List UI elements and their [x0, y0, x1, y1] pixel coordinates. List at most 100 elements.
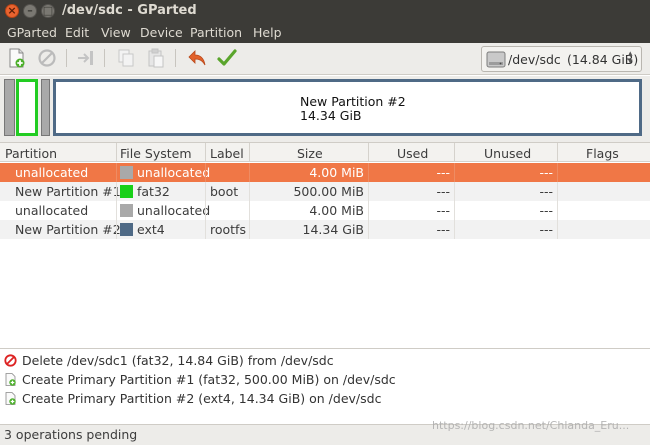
partition-name: unallocated [15, 165, 89, 180]
partition-label: rootfs [210, 222, 246, 237]
close-window-button[interactable]: × [5, 4, 19, 18]
minimize-window-button[interactable]: – [23, 4, 37, 18]
new-partition-icon [5, 392, 16, 405]
operation-text: Delete /dev/sdc1 (fat32, 14.84 GiB) from… [22, 353, 334, 368]
column-divider [368, 143, 369, 162]
unused-space: --- [539, 184, 553, 199]
paste-button[interactable] [146, 48, 166, 68]
cell-divider [116, 220, 117, 239]
resize-move-icon [78, 51, 93, 65]
operation-item[interactable]: Create Primary Partition #1 (fat32, 500.… [0, 370, 650, 389]
table-row[interactable]: New Partition #2 ext4 rootfs 14.34 GiB -… [0, 220, 650, 239]
title-bar: × – □ /dev/sdc - GParted [0, 0, 650, 23]
delete-icon [38, 49, 56, 67]
device-selector[interactable]: /dev/sdc (14.84 GiB) ▴ ▾ [481, 46, 642, 72]
column-file-system[interactable]: File System [120, 146, 192, 161]
used-space: --- [436, 222, 450, 237]
fs-color-swatch [120, 166, 133, 179]
copy-button[interactable] [116, 48, 136, 68]
column-used[interactable]: Used [397, 146, 428, 161]
maximize-window-button[interactable]: □ [41, 4, 55, 18]
table-row[interactable]: unallocated unallocated 4.00 MiB --- --- [0, 163, 650, 182]
fs-color-swatch [120, 204, 133, 217]
menu-edit[interactable]: Edit [65, 25, 89, 40]
menu-partition[interactable]: Partition [190, 25, 242, 40]
file-system: fat32 [137, 184, 170, 199]
apply-icon [217, 49, 237, 66]
column-label[interactable]: Label [210, 146, 244, 161]
table-row[interactable]: unallocated unallocated 4.00 MiB --- --- [0, 201, 650, 220]
fs-color-swatch [120, 185, 133, 198]
spin-arrows-icon: ▴ ▾ [628, 49, 633, 67]
cell-divider [557, 220, 558, 239]
cell-divider [205, 201, 206, 220]
toolbar-separator [66, 49, 67, 67]
column-divider [205, 143, 206, 162]
column-divider [116, 143, 117, 162]
used-space: --- [436, 203, 450, 218]
toolbar: /dev/sdc (14.84 GiB) ▴ ▾ [0, 43, 650, 75]
cell-divider [454, 220, 455, 239]
menu-device[interactable]: Device [140, 25, 183, 40]
unallocated-segment[interactable] [41, 79, 50, 136]
hard-disk-icon [486, 51, 506, 68]
file-system: unallocated [137, 165, 211, 180]
fat32-partition-segment[interactable] [16, 79, 38, 136]
delete-icon [4, 354, 17, 367]
cell-divider [557, 163, 558, 182]
paste-icon [148, 48, 164, 68]
status-text: 3 operations pending [4, 427, 138, 442]
cell-divider [368, 220, 369, 239]
toolbar-separator [104, 49, 105, 67]
cell-divider [116, 163, 117, 182]
partition-size: 500.00 MiB [293, 184, 364, 199]
menu-gparted[interactable]: GParted [7, 25, 57, 40]
maximize-icon: □ [42, 4, 54, 17]
cell-divider [454, 163, 455, 182]
menu-help[interactable]: Help [253, 25, 282, 40]
table-row[interactable]: New Partition #1 fat32 boot 500.00 MiB -… [0, 182, 650, 201]
cell-divider [368, 201, 369, 220]
segment-partition-size: 14.34 GiB [300, 108, 362, 123]
cell-divider [116, 182, 117, 201]
menu-bar: GParted Edit View Device Partition Help [0, 23, 650, 43]
cell-divider [205, 220, 206, 239]
cell-divider [116, 201, 117, 220]
column-flags[interactable]: Flags [586, 146, 619, 161]
column-partition[interactable]: Partition [5, 146, 57, 161]
cell-divider [205, 182, 206, 201]
undo-button[interactable] [187, 48, 207, 68]
menu-view[interactable]: View [101, 25, 131, 40]
used-space: --- [436, 184, 450, 199]
close-icon: × [7, 4, 17, 17]
partition-name: New Partition #2 [15, 222, 121, 237]
cell-divider [205, 163, 206, 182]
operation-item[interactable]: Delete /dev/sdc1 (fat32, 14.84 GiB) from… [0, 351, 650, 370]
partition-size: 4.00 MiB [309, 203, 364, 218]
minimize-icon: – [27, 4, 33, 17]
partition-size: 14.34 GiB [302, 222, 365, 237]
operation-item[interactable]: Create Primary Partition #2 (ext4, 14.34… [0, 389, 650, 408]
cell-divider [249, 163, 250, 182]
resize-move-button[interactable] [76, 48, 96, 68]
file-system: ext4 [137, 222, 165, 237]
unallocated-segment[interactable] [4, 79, 15, 136]
column-unused[interactable]: Unused [484, 146, 531, 161]
delete-partition-button[interactable] [37, 48, 57, 68]
file-system: unallocated [137, 203, 211, 218]
unused-space: --- [539, 203, 553, 218]
copy-icon [118, 49, 134, 67]
toolbar-separator [175, 49, 176, 67]
cell-divider [557, 201, 558, 220]
new-partition-icon [5, 373, 16, 386]
apply-button[interactable] [217, 48, 237, 68]
column-divider [249, 143, 250, 162]
cell-divider [557, 182, 558, 201]
operation-text: Create Primary Partition #1 (fat32, 500.… [22, 372, 396, 387]
unused-space: --- [539, 222, 553, 237]
new-partition-button[interactable] [7, 48, 27, 68]
operation-text: Create Primary Partition #2 (ext4, 14.34… [22, 391, 382, 406]
unused-space: --- [539, 165, 553, 180]
column-size[interactable]: Size [297, 146, 323, 161]
cell-divider [249, 220, 250, 239]
